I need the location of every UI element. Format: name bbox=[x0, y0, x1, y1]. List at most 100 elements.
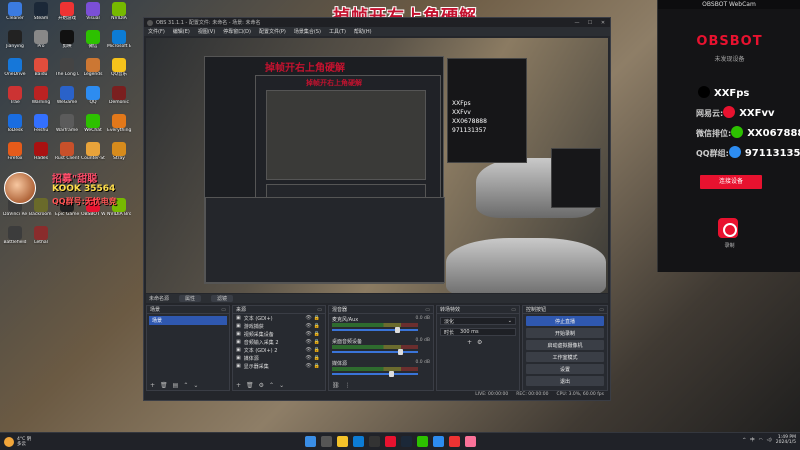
source-item[interactable]: ▣ 文本 (GDI+) 2 👁🔒 bbox=[233, 346, 325, 354]
obs-title-bar[interactable]: OBS 31.1.1 - 配置文件: 未命名 - 场景: 未命名 — ☐ ✕ bbox=[144, 18, 610, 27]
dock-menu-icon[interactable]: ▭ bbox=[599, 307, 604, 313]
desktop-icon[interactable]: 剪映 bbox=[55, 30, 79, 56]
desktop-icon[interactable]: Microsoft Edge bbox=[107, 30, 131, 56]
desktop-icon[interactable]: Everything bbox=[107, 114, 131, 140]
source-item[interactable]: ▣ 视频采集设备 👁🔒 bbox=[233, 330, 325, 338]
source-item[interactable]: ▣ 媒体源 👁🔒 bbox=[233, 354, 325, 362]
edge-icon[interactable] bbox=[353, 436, 364, 447]
visibility-lock-icons[interactable]: 👁🔒 bbox=[305, 315, 322, 321]
volume-slider[interactable] bbox=[332, 329, 418, 331]
source-item[interactable]: ▣ 游戏捕获 👁🔒 bbox=[233, 322, 325, 330]
visibility-lock-icons[interactable]: 👁🔒 bbox=[305, 323, 322, 329]
source-item[interactable]: ▣ 文本 (GDI+) 👁🔒 bbox=[233, 314, 325, 322]
wifi-icon[interactable]: ◠ bbox=[759, 438, 763, 443]
menu-item[interactable]: 帮助(H) bbox=[354, 28, 372, 35]
transition-duration-field[interactable]: 时长 300 ms bbox=[440, 328, 516, 336]
tray-overflow-icon[interactable]: ^ bbox=[742, 438, 746, 443]
filter-icon[interactable]: ▤ bbox=[173, 382, 179, 389]
desktop-icon[interactable]: OneDrive bbox=[3, 58, 27, 84]
desktop-icon[interactable]: Rust Client bbox=[55, 142, 79, 168]
steam-icon[interactable] bbox=[401, 436, 412, 447]
menu-item[interactable]: 配置文件(P) bbox=[259, 28, 286, 35]
control-button[interactable]: 退出 bbox=[526, 376, 604, 386]
gear-icon[interactable]: ⚙ bbox=[259, 382, 264, 389]
link-icon[interactable]: ⛓ bbox=[332, 382, 340, 389]
search-icon[interactable] bbox=[321, 436, 332, 447]
desktop-icon[interactable]: Visual bbox=[81, 2, 105, 28]
source-item[interactable]: ▣ 显示器采集 👁🔒 bbox=[233, 362, 325, 370]
desktop-icon[interactable]: Warning bbox=[29, 86, 53, 112]
desktop-icon[interactable]: QQ bbox=[81, 86, 105, 112]
record-button[interactable] bbox=[718, 218, 738, 238]
visibility-lock-icons[interactable]: 👁🔒 bbox=[305, 355, 322, 361]
properties-button[interactable]: 属性 bbox=[179, 295, 202, 302]
desktop-icon[interactable]: NVIDIA bbox=[107, 2, 131, 28]
desktop-icon[interactable]: Pro bbox=[29, 30, 53, 56]
maximize-icon[interactable]: ☐ bbox=[586, 20, 594, 26]
desktop-icon[interactable]: Counter-Strike 2 bbox=[81, 142, 105, 168]
gear-icon[interactable]: ⚙ bbox=[477, 339, 482, 346]
transition-type-select[interactable]: 淡化 ⌄ bbox=[440, 317, 516, 325]
add-icon[interactable]: + bbox=[150, 382, 155, 389]
visibility-lock-icons[interactable]: 👁🔒 bbox=[305, 347, 322, 353]
clock[interactable]: 1:49 PM 2024/1/5 bbox=[776, 435, 796, 445]
dock-menu-icon[interactable]: ▭ bbox=[317, 307, 322, 313]
obsbot-icon[interactable] bbox=[385, 436, 396, 447]
dock-menu-icon[interactable]: ▭ bbox=[425, 307, 430, 313]
desktop-icon[interactable]: Cleaner bbox=[3, 2, 27, 28]
desktop-icon[interactable]: Trae bbox=[3, 86, 27, 112]
desktop-icon[interactable]: Stray bbox=[107, 142, 131, 168]
desktop-icon[interactable]: The Long Dark bbox=[55, 58, 79, 84]
desktop-icon[interactable]: Demonic bbox=[107, 86, 131, 112]
windows-start-icon[interactable] bbox=[305, 436, 316, 447]
ime-icon[interactable]: 中 bbox=[750, 437, 755, 443]
chevron-up-icon[interactable]: ⌃ bbox=[183, 382, 188, 389]
chevron-up-icon[interactable]: ⌃ bbox=[269, 382, 274, 389]
desktop-icon[interactable]: Warframe bbox=[55, 114, 79, 140]
visibility-lock-icons[interactable]: 👁🔒 bbox=[305, 363, 322, 369]
control-button[interactable]: 启动虚拟摄像机 bbox=[526, 340, 604, 350]
menu-item[interactable]: 文件(F) bbox=[148, 28, 165, 35]
bilibili-icon[interactable] bbox=[465, 436, 476, 447]
filters-button[interactable]: 滤镜 bbox=[211, 295, 234, 302]
desktop-icon[interactable]: Jianying bbox=[3, 30, 27, 56]
add-icon[interactable]: + bbox=[467, 339, 472, 346]
volume-slider[interactable] bbox=[332, 351, 418, 353]
menu-item[interactable]: 编辑(E) bbox=[173, 28, 190, 35]
desktop-icon[interactable]: Feishu bbox=[29, 114, 53, 140]
desktop-icon[interactable]: ToDesk bbox=[3, 114, 27, 140]
scene-item[interactable]: 场景 bbox=[149, 316, 227, 325]
menu-item[interactable]: 停靠窗口(D) bbox=[223, 28, 251, 35]
desktop-icon[interactable]: Firefox bbox=[3, 142, 27, 168]
volume-knob[interactable] bbox=[388, 371, 394, 377]
obsbot-webcam-window[interactable]: OBSBOT WebCam OBSBOT 未发现设备 XXFps 网易云: XXFv… bbox=[657, 0, 800, 272]
desktop-icon[interactable]: QQ音乐 bbox=[107, 58, 131, 84]
webcam-title-bar[interactable]: OBSBOT WebCam bbox=[658, 0, 800, 9]
obs-preview[interactable]: 掉帧开右上角硬解 掉帧开右上角硬解 XXFps XXFvv XX0678888 … bbox=[146, 38, 608, 293]
menu-item[interactable]: 视图(V) bbox=[198, 28, 215, 35]
menu-item[interactable]: 场景集合(S) bbox=[294, 28, 321, 35]
desktop-icon[interactable]: Lethal bbox=[29, 226, 53, 252]
control-button[interactable]: 工作室模式 bbox=[526, 352, 604, 362]
source-item[interactable]: ▣ 音频输入采集 2 👁🔒 bbox=[233, 338, 325, 346]
control-button[interactable]: 开始录制 bbox=[526, 328, 604, 338]
desktop-icon[interactable]: Hades bbox=[29, 142, 53, 168]
dock-menu-icon[interactable]: ▭ bbox=[221, 307, 226, 313]
menu-item[interactable]: 工具(T) bbox=[329, 28, 346, 35]
control-button[interactable]: 设置 bbox=[526, 364, 604, 374]
desktop-icon[interactable]: Steam bbox=[29, 2, 53, 28]
volume-slider[interactable] bbox=[332, 373, 418, 375]
desktop-icon[interactable]: WeGame bbox=[55, 86, 79, 112]
trash-icon[interactable]: 🗑 bbox=[160, 382, 168, 389]
wechat-icon[interactable] bbox=[417, 436, 428, 447]
weather-widget[interactable]: 4°C 阴 多云 bbox=[0, 436, 120, 447]
visibility-lock-icons[interactable]: 👁🔒 bbox=[305, 339, 322, 345]
chevron-down-icon[interactable]: ⌄ bbox=[279, 382, 284, 389]
trash-icon[interactable]: 🗑 bbox=[246, 382, 254, 389]
minimize-icon[interactable]: — bbox=[573, 20, 581, 26]
add-icon[interactable]: + bbox=[236, 382, 241, 389]
volume-knob[interactable] bbox=[395, 327, 401, 333]
file-explorer-icon[interactable] bbox=[337, 436, 348, 447]
netease-icon[interactable] bbox=[449, 436, 460, 447]
dock-menu-icon[interactable]: ▭ bbox=[511, 307, 516, 313]
